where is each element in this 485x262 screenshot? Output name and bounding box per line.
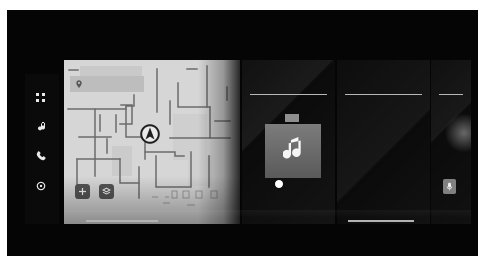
music-note-icon bbox=[283, 137, 301, 159]
music-panel-divider bbox=[250, 94, 327, 95]
phone-icon[interactable] bbox=[34, 149, 48, 163]
music-panel[interactable] bbox=[242, 60, 335, 224]
right-panel-divider bbox=[439, 94, 463, 95]
right-panel[interactable] bbox=[431, 60, 471, 224]
blank-panel-indicator bbox=[348, 220, 414, 222]
music-icon[interactable] bbox=[34, 120, 48, 134]
music-card-tab bbox=[285, 114, 299, 122]
apps-icon[interactable] bbox=[34, 91, 48, 105]
side-rail bbox=[25, 74, 59, 224]
blank-panel-divider bbox=[345, 94, 422, 95]
right-panel-glow bbox=[445, 114, 471, 152]
map-search-chip[interactable] bbox=[70, 76, 144, 92]
map-panel-indicator bbox=[86, 220, 158, 222]
pin-icon bbox=[76, 80, 82, 88]
map-fade bbox=[198, 60, 240, 224]
voice-button[interactable] bbox=[443, 179, 456, 194]
map-panel[interactable] bbox=[64, 60, 240, 224]
microphone-icon bbox=[446, 182, 453, 191]
infotainment-screen bbox=[7, 10, 478, 256]
settings-icon[interactable] bbox=[34, 179, 48, 193]
navigation-arrow-icon bbox=[140, 124, 160, 144]
bottom-strip bbox=[64, 210, 471, 218]
music-card[interactable] bbox=[265, 124, 321, 178]
blank-panel[interactable] bbox=[337, 60, 430, 224]
music-progress-dot bbox=[275, 180, 283, 188]
